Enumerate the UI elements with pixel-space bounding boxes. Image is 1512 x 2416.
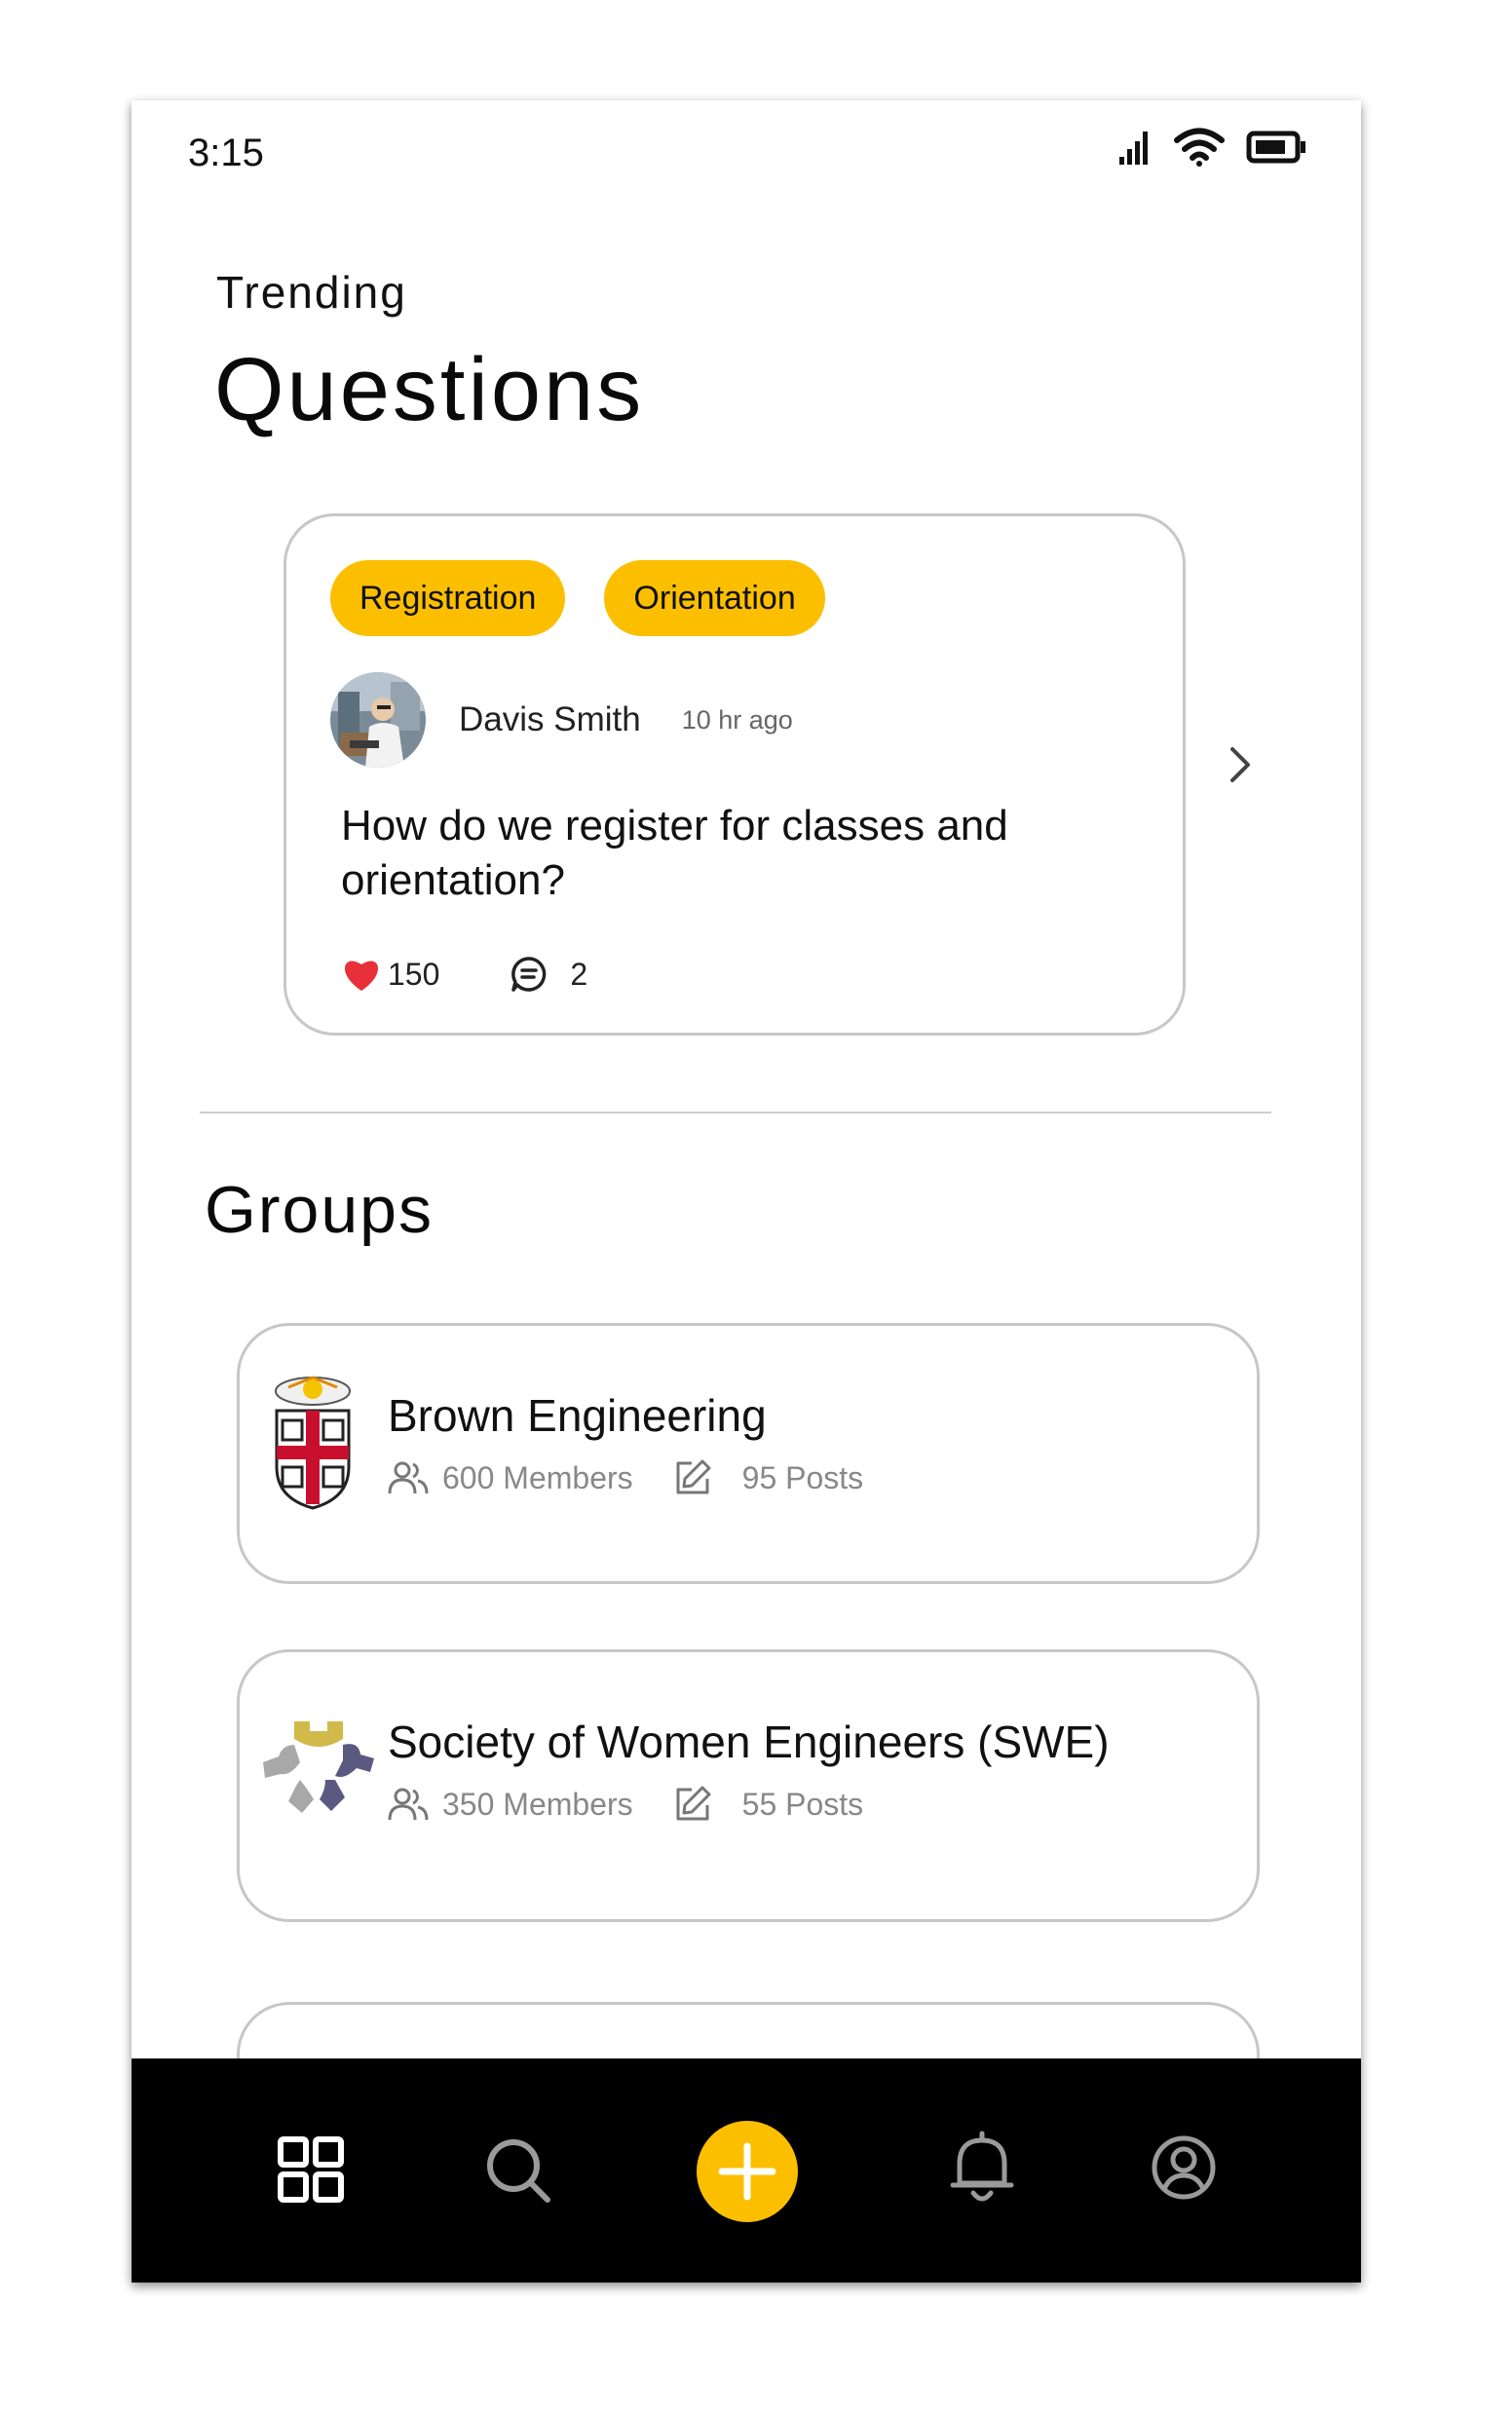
nav-home[interactable]: [278, 2136, 344, 2203]
bell-icon[interactable]: [950, 2131, 1014, 2205]
members-stat: 350 Members: [388, 1787, 633, 1823]
page-title: Questions: [214, 340, 645, 439]
author-name[interactable]: Davis Smith: [459, 700, 641, 739]
group-name[interactable]: Brown Engineering: [388, 1389, 767, 1442]
question-card[interactable]: Registration Orientation Davis Smith 10 …: [284, 513, 1186, 1036]
comment-icon[interactable]: [510, 955, 548, 994]
group-name[interactable]: Society of Women Engineers (SWE): [388, 1716, 1110, 1768]
brown-crest-icon: [269, 1370, 357, 1521]
phone-screen: 3:15 Trending Questions Registration Ori…: [132, 100, 1361, 2283]
question-text[interactable]: How do we register for classes and orien…: [341, 799, 1140, 908]
group-meta: 350 Members 55 Posts: [388, 1784, 863, 1825]
comment-stat[interactable]: 2: [510, 955, 587, 994]
trending-label: Trending: [216, 267, 407, 318]
question-stats: 150 2: [341, 955, 587, 994]
posts-stat: 55 Posts: [672, 1784, 864, 1825]
tag-orientation[interactable]: Orientation: [604, 560, 825, 636]
signal-icon: [1119, 132, 1148, 165]
group-card-swe[interactable]: Society of Women Engineers (SWE) 350 Mem…: [237, 1649, 1260, 1922]
status-time: 3:15: [188, 132, 264, 174]
nav-add-button[interactable]: [697, 2121, 798, 2222]
nav-notifications[interactable]: [950, 2131, 1014, 2205]
posts-count: 95 Posts: [741, 1459, 864, 1495]
members-count: 350 Members: [442, 1786, 633, 1822]
battery-icon: [1246, 131, 1305, 164]
posts-stat: 95 Posts: [672, 1457, 864, 1498]
divider: [200, 1112, 1271, 1114]
nav-search[interactable]: [484, 2136, 552, 2205]
tag-list: Registration Orientation: [330, 560, 825, 636]
comment-count: 2: [570, 956, 588, 992]
author-row: Davis Smith 10 hr ago: [330, 672, 793, 768]
grid-icon[interactable]: [278, 2136, 344, 2203]
status-icons: [1117, 128, 1308, 167]
members-stat: 600 Members: [388, 1460, 633, 1496]
members-icon: [388, 1461, 429, 1494]
members-count: 600 Members: [442, 1459, 633, 1495]
avatar[interactable]: [330, 672, 426, 768]
tag-registration[interactable]: Registration: [330, 560, 566, 636]
heart-icon[interactable]: [341, 956, 382, 993]
groups-title: Groups: [205, 1173, 434, 1247]
swe-gear-icon: [261, 1716, 376, 1824]
wifi-icon: [1174, 128, 1225, 167]
search-icon[interactable]: [484, 2136, 552, 2205]
edit-icon: [676, 1786, 711, 1821]
post-time: 10 hr ago: [681, 704, 793, 735]
nav-profile[interactable]: [1151, 2134, 1217, 2201]
plus-icon[interactable]: [697, 2121, 798, 2222]
edit-icon: [676, 1459, 711, 1494]
group-meta: 600 Members 95 Posts: [388, 1457, 863, 1498]
like-stat[interactable]: 150: [341, 956, 439, 993]
chevron-right-icon[interactable]: [1227, 743, 1254, 786]
profile-icon[interactable]: [1151, 2134, 1217, 2201]
like-count: 150: [388, 956, 440, 992]
members-icon: [388, 1788, 429, 1821]
bottom-nav: [132, 2058, 1361, 2283]
group-card-brown-engineering[interactable]: Brown Engineering 600 Members 95 Posts: [237, 1323, 1260, 1584]
posts-count: 55 Posts: [741, 1786, 864, 1822]
